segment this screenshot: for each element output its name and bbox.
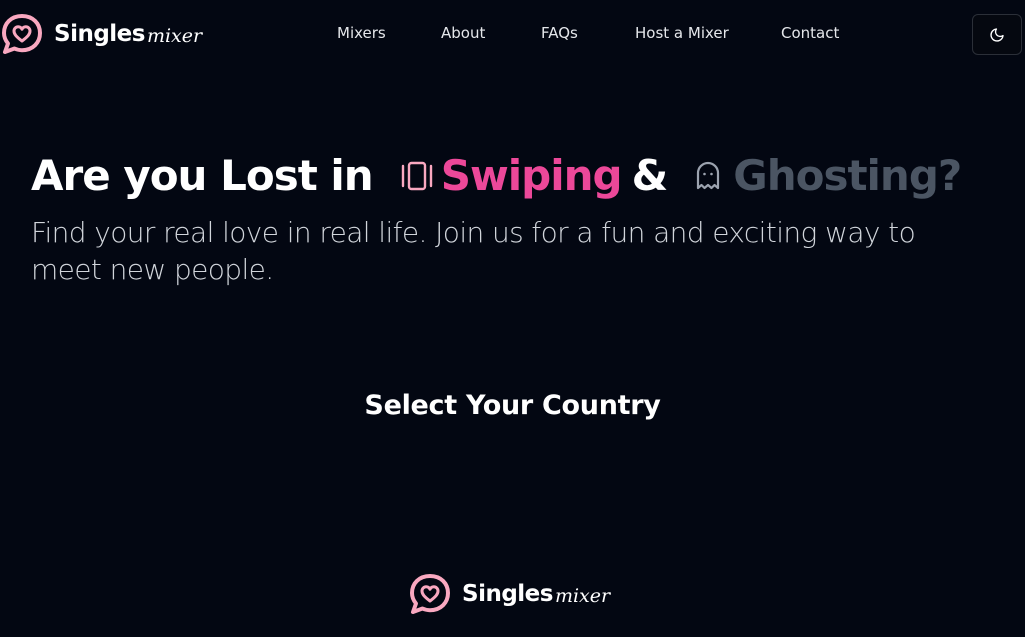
hero-title: Are you Lost in Swiping & Ghosting? bbox=[31, 148, 962, 204]
footer-brand-name: Singles bbox=[462, 581, 553, 607]
hero-title-ampersand: & bbox=[631, 151, 669, 200]
cards-icon bbox=[401, 161, 432, 191]
main-nav: Mixers About FAQs Host a Mixer Contact bbox=[0, 24, 1025, 44]
nav-link-about[interactable]: About bbox=[441, 24, 485, 42]
footer-brand-name-script: mixer bbox=[554, 585, 611, 607]
hero-title-lead: Are you Lost in bbox=[31, 151, 374, 200]
footer-brand-logo: Singles mixer bbox=[408, 572, 610, 616]
moon-icon bbox=[990, 27, 1004, 42]
ghost-icon bbox=[697, 161, 720, 190]
theme-toggle-button[interactable] bbox=[972, 14, 1022, 55]
hero-title-swiping: Swiping bbox=[440, 151, 623, 200]
hero-title-ghosting: Ghosting? bbox=[733, 151, 962, 200]
nav-link-mixers[interactable]: Mixers bbox=[337, 24, 386, 42]
hero-subtitle: Find your real love in real life. Join u… bbox=[31, 216, 916, 286]
nav-link-host-a-mixer[interactable]: Host a Mixer bbox=[635, 24, 729, 42]
nav-link-faqs[interactable]: FAQs bbox=[541, 24, 578, 42]
nav-link-contact[interactable]: Contact bbox=[781, 24, 839, 42]
site-header: Singles mixer Mixers About FAQs Host a M… bbox=[0, 0, 1025, 70]
select-country-heading: Select Your Country bbox=[364, 390, 661, 421]
heart-chat-bubble-icon bbox=[410, 574, 450, 614]
